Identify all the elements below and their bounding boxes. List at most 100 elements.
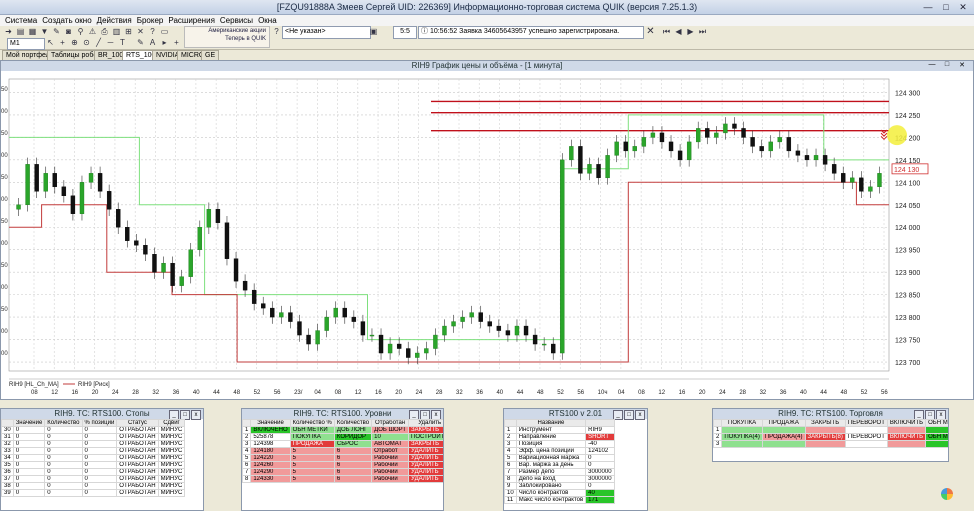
table-cell[interactable] <box>925 426 948 434</box>
table-cell[interactable]: 171 <box>585 496 615 504</box>
table-cell[interactable] <box>804 426 846 434</box>
menu-item-services[interactable]: Сервисы <box>220 15 253 26</box>
table-cell[interactable]: Рабочий <box>371 468 410 476</box>
table-cell[interactable]: УДАЛИТЬ <box>408 447 443 455</box>
table-cell[interactable]: 124220 <box>250 454 291 462</box>
zoom-icon[interactable]: ⊙ <box>82 38 91 47</box>
table-cell[interactable]: ВКЛЮЧЕНО <box>250 426 291 434</box>
alert-icon[interactable]: ⚠ <box>88 27 97 36</box>
table-cell[interactable] <box>804 440 846 448</box>
promo-banner[interactable]: Американские акции Теперь в QUIK <box>184 26 270 48</box>
table-cell[interactable]: АВТОМАТ <box>371 440 410 448</box>
chart-close-button[interactable]: ✕ <box>957 61 967 70</box>
table-cell[interactable]: ДОБ ЛОНГ <box>333 426 373 434</box>
menu-item-windows[interactable]: Окна <box>258 15 277 26</box>
close-button[interactable]: ✕ <box>955 1 971 13</box>
table-cell[interactable]: ПОКУПКА(4) <box>721 433 763 441</box>
table-cell[interactable]: 6 <box>333 447 373 455</box>
camera-icon[interactable]: ◙ <box>64 27 73 36</box>
table-cell[interactable]: ЗАКРЫТЬ(8) <box>804 433 846 441</box>
cursor-icon[interactable]: ↖ <box>46 38 55 47</box>
menu-item-system[interactable]: Система <box>5 15 37 26</box>
maximize-button[interactable]: □ <box>938 1 954 13</box>
table-cell[interactable]: ОБН МЕТК <box>925 433 948 441</box>
table-cell[interactable] <box>886 440 927 448</box>
edit-icon[interactable]: ✎ <box>52 27 61 36</box>
table-cell[interactable]: 10 <box>371 433 410 441</box>
a-icon[interactable]: A <box>148 38 157 47</box>
table-cell[interactable]: КОРИДОР <box>333 433 373 441</box>
table-cell[interactable]: Отработ <box>371 447 410 455</box>
table-cell[interactable]: 124330 <box>250 475 291 483</box>
plus-small-icon[interactable]: + <box>172 38 181 47</box>
menu-item-broker[interactable]: Брокер <box>137 15 164 26</box>
table-cell[interactable]: Рабочий <box>371 475 410 483</box>
table-cell[interactable]: 5 <box>289 447 335 455</box>
pin-icon[interactable]: ⚲ <box>76 27 85 36</box>
text-icon[interactable]: T <box>118 38 127 47</box>
arrow-icon[interactable]: ➜ <box>4 27 13 36</box>
message-bar[interactable]: ⓘ 10:56:52 Заявка 34605643957 успешно за… <box>418 26 644 39</box>
table-cell[interactable]: ДОБ ШОРТ <box>371 426 410 434</box>
hline-icon[interactable]: ─ <box>106 38 115 47</box>
prev-icon[interactable]: ◀ <box>674 27 683 36</box>
table-cell[interactable]: 124180 <box>250 447 291 455</box>
account-select[interactable]: <Не указан> <box>282 26 371 39</box>
chart-icon[interactable]: ▤ <box>16 27 25 36</box>
table-icon[interactable]: ▦ <box>28 27 37 36</box>
table-cell[interactable]: 5 <box>289 475 335 483</box>
stops-close-button[interactable]: x <box>191 410 201 420</box>
table-cell[interactable] <box>761 440 806 448</box>
first-icon[interactable]: ⏮ <box>662 27 671 36</box>
table-cell[interactable]: 6 <box>333 461 373 469</box>
table-cell[interactable]: ЗАКРЫТЬ <box>408 426 443 434</box>
next-icon[interactable]: ▶ <box>686 27 695 36</box>
table-cell[interactable]: Рабочий <box>371 461 410 469</box>
table-cell[interactable]: ПОСТРОИТЬ <box>408 433 443 441</box>
table-cell[interactable]: ОБН МЕТКИ <box>289 426 335 434</box>
table-cell[interactable]: 5 <box>289 454 335 462</box>
table-cell[interactable]: 6 <box>333 468 373 476</box>
plus-icon[interactable]: + <box>58 38 67 47</box>
table-cell[interactable]: 6 <box>333 475 373 483</box>
filter-icon[interactable]: ▼ <box>40 27 49 36</box>
table-cell[interactable]: 40 <box>585 489 615 497</box>
table-cell[interactable]: Рабочий <box>371 454 410 462</box>
chart-minimize-button[interactable]: — <box>927 61 937 70</box>
trade-table[interactable]: ПОКУПКА ПРОДАЖА ЗАКРЫТЬ ПЕРЕВОРОТ ВКЛЮЧИТЬ ОБ… <box>713 419 948 448</box>
table-cell[interactable]: ВКЛЮЧИТЬ <box>886 433 927 441</box>
table-cell[interactable] <box>886 426 927 434</box>
table-cell[interactable] <box>721 426 763 434</box>
table-cell[interactable]: ПРОДАЖА <box>289 440 335 448</box>
table-cell[interactable]: УДАЛИТЬ <box>408 468 443 476</box>
table-cell[interactable]: 124260 <box>250 461 291 469</box>
price-chart[interactable]: 124 300124 250124 200124 150124 100124 0… <box>1 71 973 399</box>
question-icon[interactable]: ? <box>272 27 281 36</box>
table-cell[interactable]: 6 <box>333 454 373 462</box>
brush-icon[interactable]: ▸ <box>160 38 169 47</box>
line-icon[interactable]: ╱ <box>94 38 103 47</box>
table-cell[interactable]: ЗАКРЫТЬ <box>408 440 443 448</box>
book-icon[interactable]: ▣ <box>369 27 378 36</box>
table-cell[interactable]: УДАЛИТЬ <box>408 454 443 462</box>
help-icon[interactable]: ? <box>148 27 157 36</box>
rts-close-button[interactable]: x <box>635 410 645 420</box>
chart-maximize-button[interactable]: □ <box>942 61 952 70</box>
print-icon[interactable]: ⎙ <box>100 27 109 36</box>
table-cell[interactable]: ПОКУПКА <box>289 433 335 441</box>
layout-icon[interactable]: ▥ <box>112 27 121 36</box>
table-cell[interactable]: 124290 <box>250 468 291 476</box>
window-icon[interactable]: ▭ <box>160 27 169 36</box>
table-cell[interactable] <box>761 426 806 434</box>
table-cell[interactable] <box>721 440 763 448</box>
menu-item-extensions[interactable]: Расширения <box>168 15 215 26</box>
interval-select[interactable]: M1 <box>7 38 45 50</box>
menu-item-actions[interactable]: Действия <box>97 15 132 26</box>
table-cell[interactable]: ПРОДАЖА(4) <box>761 433 806 441</box>
grid-icon[interactable]: ⊞ <box>124 27 133 36</box>
table-cell[interactable]: 5 <box>289 468 335 476</box>
pencil-icon[interactable]: ✎ <box>136 38 145 47</box>
rts-maximize-button[interactable]: □ <box>624 410 634 420</box>
table-cell[interactable]: SHORT <box>585 433 615 441</box>
cross-icon[interactable]: ✕ <box>136 27 145 36</box>
